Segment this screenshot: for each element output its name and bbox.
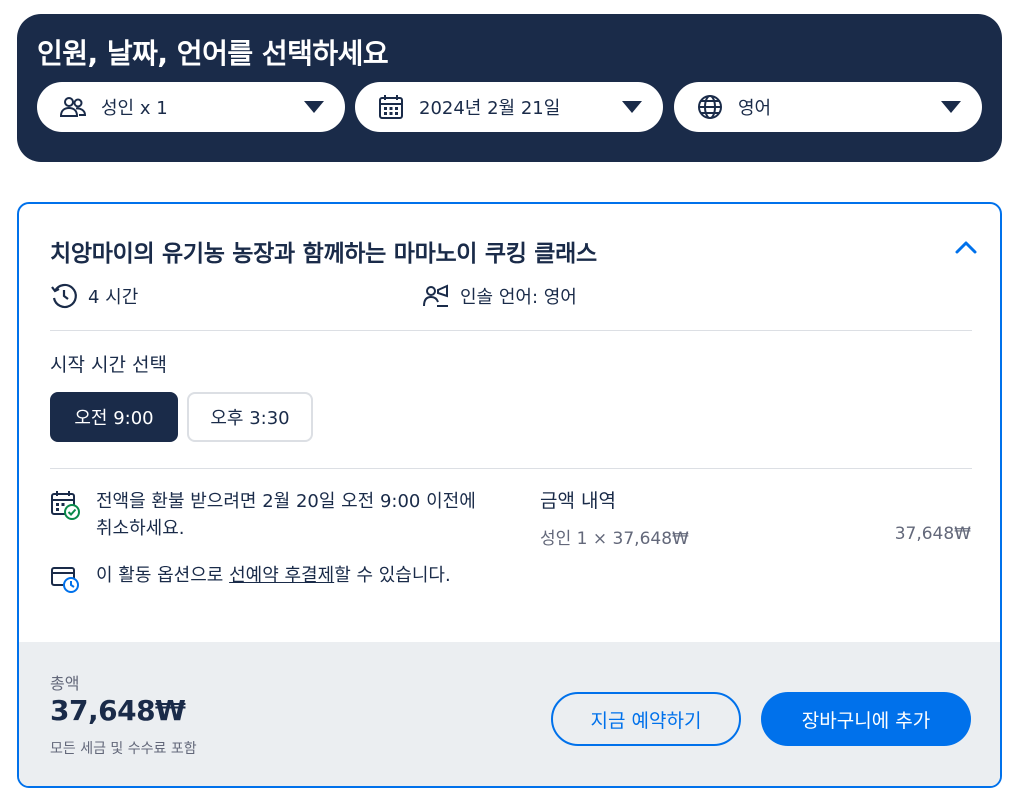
- start-time-label: 시작 시간 선택: [50, 354, 167, 376]
- clock-history-icon: [50, 282, 78, 310]
- price-line-amount: 37,648₩: [894, 524, 971, 544]
- option-title: 치앙마이의 유기농 농장과 함께하는 마마노이 쿠킹 클래스: [50, 241, 597, 267]
- reserve-now-pay-later-link[interactable]: 선예약 후결제: [229, 565, 334, 586]
- guide-language-text: 인솔 언어: 영어: [460, 287, 577, 308]
- add-to-cart-button[interactable]: 장바구니에 추가: [761, 692, 971, 746]
- chevron-up-icon[interactable]: [954, 238, 978, 256]
- cancellation-info: 전액을 환불 받으려면 2월 20일 오전 9:00 이전에 취소하세요.: [50, 488, 476, 542]
- total-price: 37,648₩: [50, 694, 186, 727]
- card-clock-icon: [51, 567, 79, 593]
- calendar-check-icon: [51, 491, 80, 520]
- chevron-down-icon: [622, 101, 642, 113]
- guide-icon: [422, 282, 450, 310]
- activity-option-card: 치앙마이의 유기농 농장과 함께하는 마마노이 쿠킹 클래스 4 시간 인솔 언…: [17, 202, 1002, 788]
- booking-footer: 총액 37,648₩ 모든 세금 및 수수료 포함 지금 예약하기 장바구니에 …: [19, 642, 1000, 786]
- duration-text: 4 시간: [88, 287, 139, 308]
- language-value: 영어: [738, 98, 772, 119]
- guide-language-info: 인솔 언어: 영어: [422, 282, 577, 310]
- participants-selector[interactable]: 성인 x 1: [37, 82, 345, 132]
- divider: [50, 330, 972, 331]
- date-selector[interactable]: 2024년 2월 21일: [355, 82, 663, 132]
- people-icon: [59, 93, 87, 121]
- cancellation-text: 전액을 환불 받으려면 2월 20일 오전 9:00 이전에 취소하세요.: [96, 491, 476, 539]
- reserve-suffix: 할 수 있습니다.: [334, 565, 451, 586]
- price-line-label: 성인 1 × 37,648₩: [540, 529, 689, 549]
- chevron-down-icon: [941, 101, 961, 113]
- price-breakdown-title: 금액 내역: [540, 490, 616, 512]
- reserve-prefix: 이 활동 옵션으로: [96, 565, 230, 586]
- reserve-now-text: 이 활동 옵션으로 선예약 후결제할 수 있습니다.: [96, 562, 476, 589]
- duration-info: 4 시간: [50, 282, 138, 310]
- language-selector[interactable]: 영어: [674, 82, 982, 132]
- participants-value: 성인 x 1: [101, 98, 168, 119]
- divider: [50, 468, 972, 469]
- calendar-icon: [377, 93, 405, 121]
- selection-panel: 인원, 날짜, 언어를 선택하세요 성인 x 1 2024년 2월 21일 영어: [17, 14, 1002, 162]
- time-slot-9am[interactable]: 오전 9:00: [50, 392, 178, 442]
- reserve-now-info: 이 활동 옵션으로 선예약 후결제할 수 있습니다.: [50, 562, 476, 594]
- chevron-down-icon: [304, 101, 324, 113]
- total-note: 모든 세금 및 수수료 포함: [50, 741, 197, 757]
- time-slot-330pm[interactable]: 오후 3:30: [187, 392, 313, 442]
- book-now-button[interactable]: 지금 예약하기: [551, 692, 741, 746]
- globe-icon: [696, 93, 724, 121]
- total-label: 총액: [50, 674, 80, 693]
- date-value: 2024년 2월 21일: [419, 98, 561, 119]
- selection-title: 인원, 날짜, 언어를 선택하세요: [37, 37, 389, 70]
